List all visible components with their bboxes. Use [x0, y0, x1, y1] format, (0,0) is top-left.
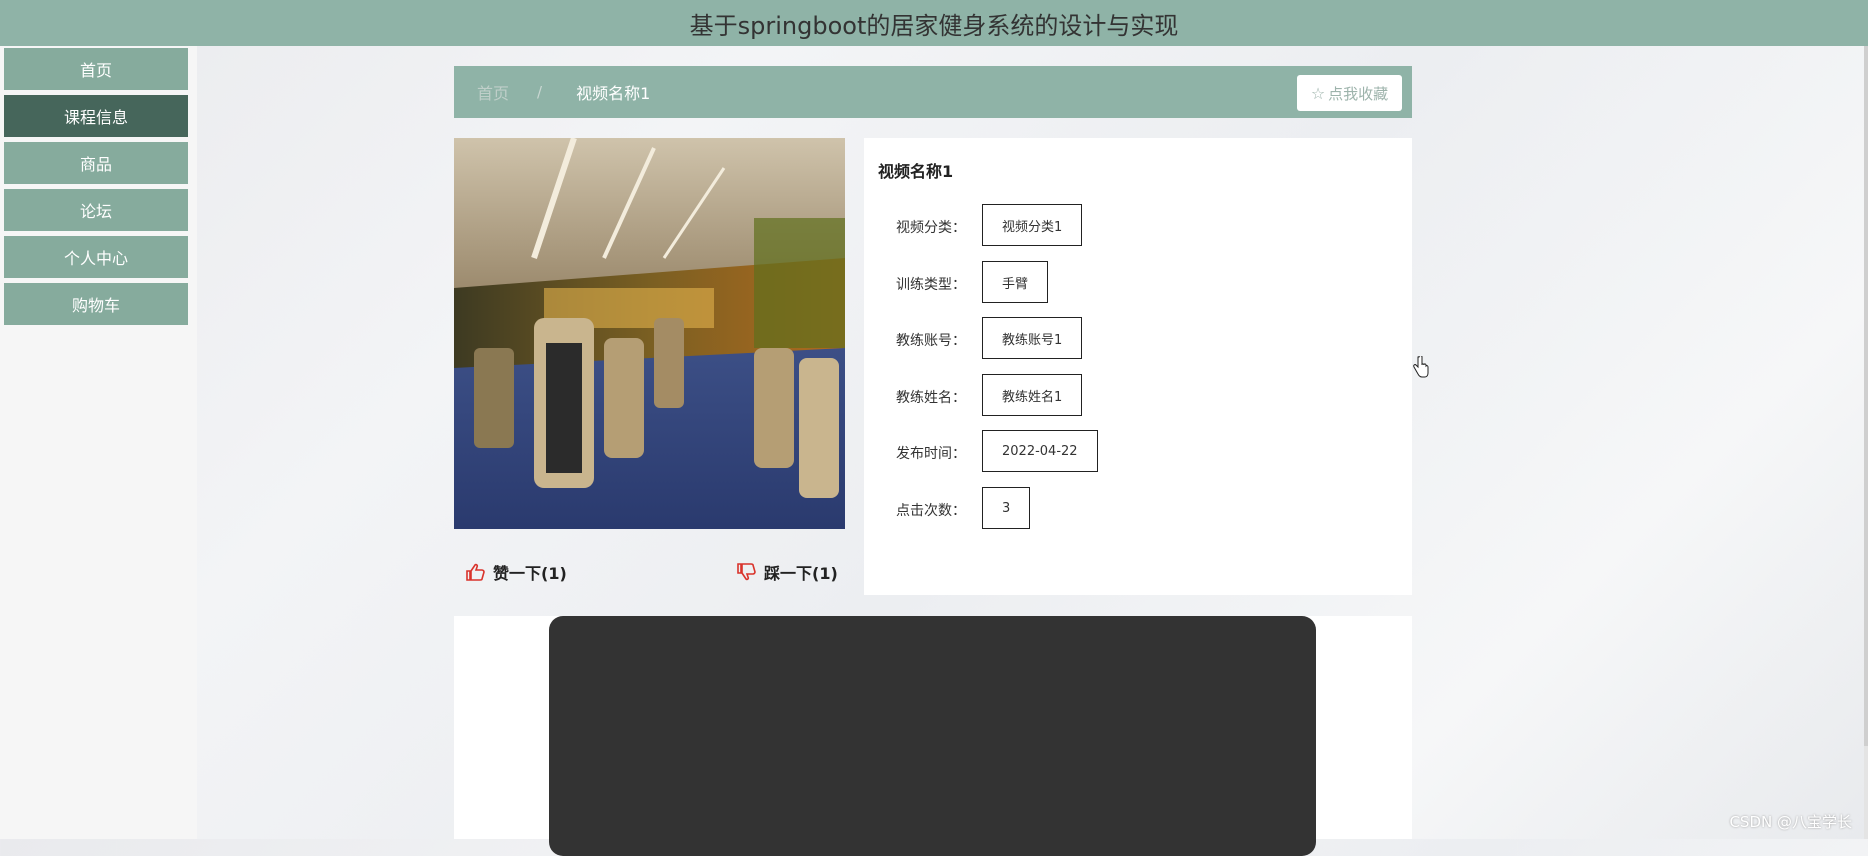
field-value-coach-account: 教练账号1	[982, 317, 1083, 359]
sidebar-item-profile[interactable]: 个人中心	[4, 236, 188, 278]
field-label-publish-time: 发布时间：	[896, 446, 966, 462]
field-value-category: 视频分类1	[982, 204, 1083, 246]
breadcrumb-home-link[interactable]: 首页	[477, 80, 509, 104]
header-bar: 基于springboot的居家健身系统的设计与实现	[0, 0, 1868, 46]
sidebar-item-label: 课程信息	[63, 108, 128, 127]
hand-cursor-icon	[1413, 355, 1429, 382]
sidebar-item-cart[interactable]: 购物车	[4, 283, 188, 325]
gym-photo	[454, 138, 845, 529]
breadcrumb-separator: /	[537, 83, 543, 101]
sidebar-item-label: 购物车	[71, 296, 120, 315]
field-value-publish-time: 2022-04-22	[982, 430, 1098, 472]
like-label: 赞一下(1)	[493, 564, 567, 583]
like-button[interactable]: 赞一下(1)	[465, 560, 567, 584]
breadcrumb-current: 视频名称1	[576, 84, 651, 103]
sidebar-item-label: 个人中心	[63, 249, 128, 268]
sidebar-item-label: 论坛	[79, 202, 112, 221]
sidebar-item-label: 首页	[79, 61, 112, 80]
sidebar-item-label: 商品	[79, 155, 112, 174]
field-label-category: 视频分类：	[896, 220, 966, 236]
breadcrumb: 首页 / 视频名称1 ☆ 点我收藏	[454, 66, 1412, 118]
watermark: CSDN @八宝学长	[1729, 813, 1852, 831]
video-player[interactable]	[549, 616, 1316, 856]
detail-title: 视频名称1	[878, 162, 954, 181]
field-value-training-type: 手臂	[982, 261, 1049, 303]
sidebar-item-courses[interactable]: 课程信息	[4, 95, 188, 137]
sidebar-item-products[interactable]: 商品	[4, 142, 188, 184]
favorite-button-label: 点我收藏	[1328, 84, 1389, 103]
sidebar-item-forum[interactable]: 论坛	[4, 189, 188, 231]
field-label-click-count: 点击次数：	[896, 503, 966, 519]
page-title: 基于springboot的居家健身系统的设计与实现	[689, 11, 1179, 40]
thumbs-down-icon	[737, 563, 756, 581]
sidebar: 首页 课程信息 商品 论坛 个人中心 购物车	[0, 46, 197, 839]
field-value-click-count: 3	[982, 487, 1031, 529]
thumbs-up-icon	[466, 563, 485, 581]
star-outline-icon: ☆	[1310, 83, 1326, 103]
detail-panel: 视频名称1 视频分类： 视频分类1 训练类型： 手臂 教练账号： 教练账号1 教…	[864, 138, 1412, 595]
sidebar-item-home[interactable]: 首页	[4, 48, 188, 90]
field-value-coach-name: 教练姓名1	[982, 374, 1083, 416]
scrollbar-thumb[interactable]	[1864, 46, 1868, 746]
field-label-coach-name: 教练姓名：	[896, 390, 966, 406]
field-label-training-type: 训练类型：	[896, 277, 966, 293]
dislike-button[interactable]: 踩一下(1)	[736, 560, 838, 584]
video-section	[454, 616, 1412, 856]
course-cover-image	[454, 138, 845, 529]
dislike-label: 踩一下(1)	[764, 564, 838, 583]
favorite-button[interactable]: ☆ 点我收藏	[1297, 75, 1402, 111]
field-label-coach-account: 教练账号：	[896, 333, 966, 349]
